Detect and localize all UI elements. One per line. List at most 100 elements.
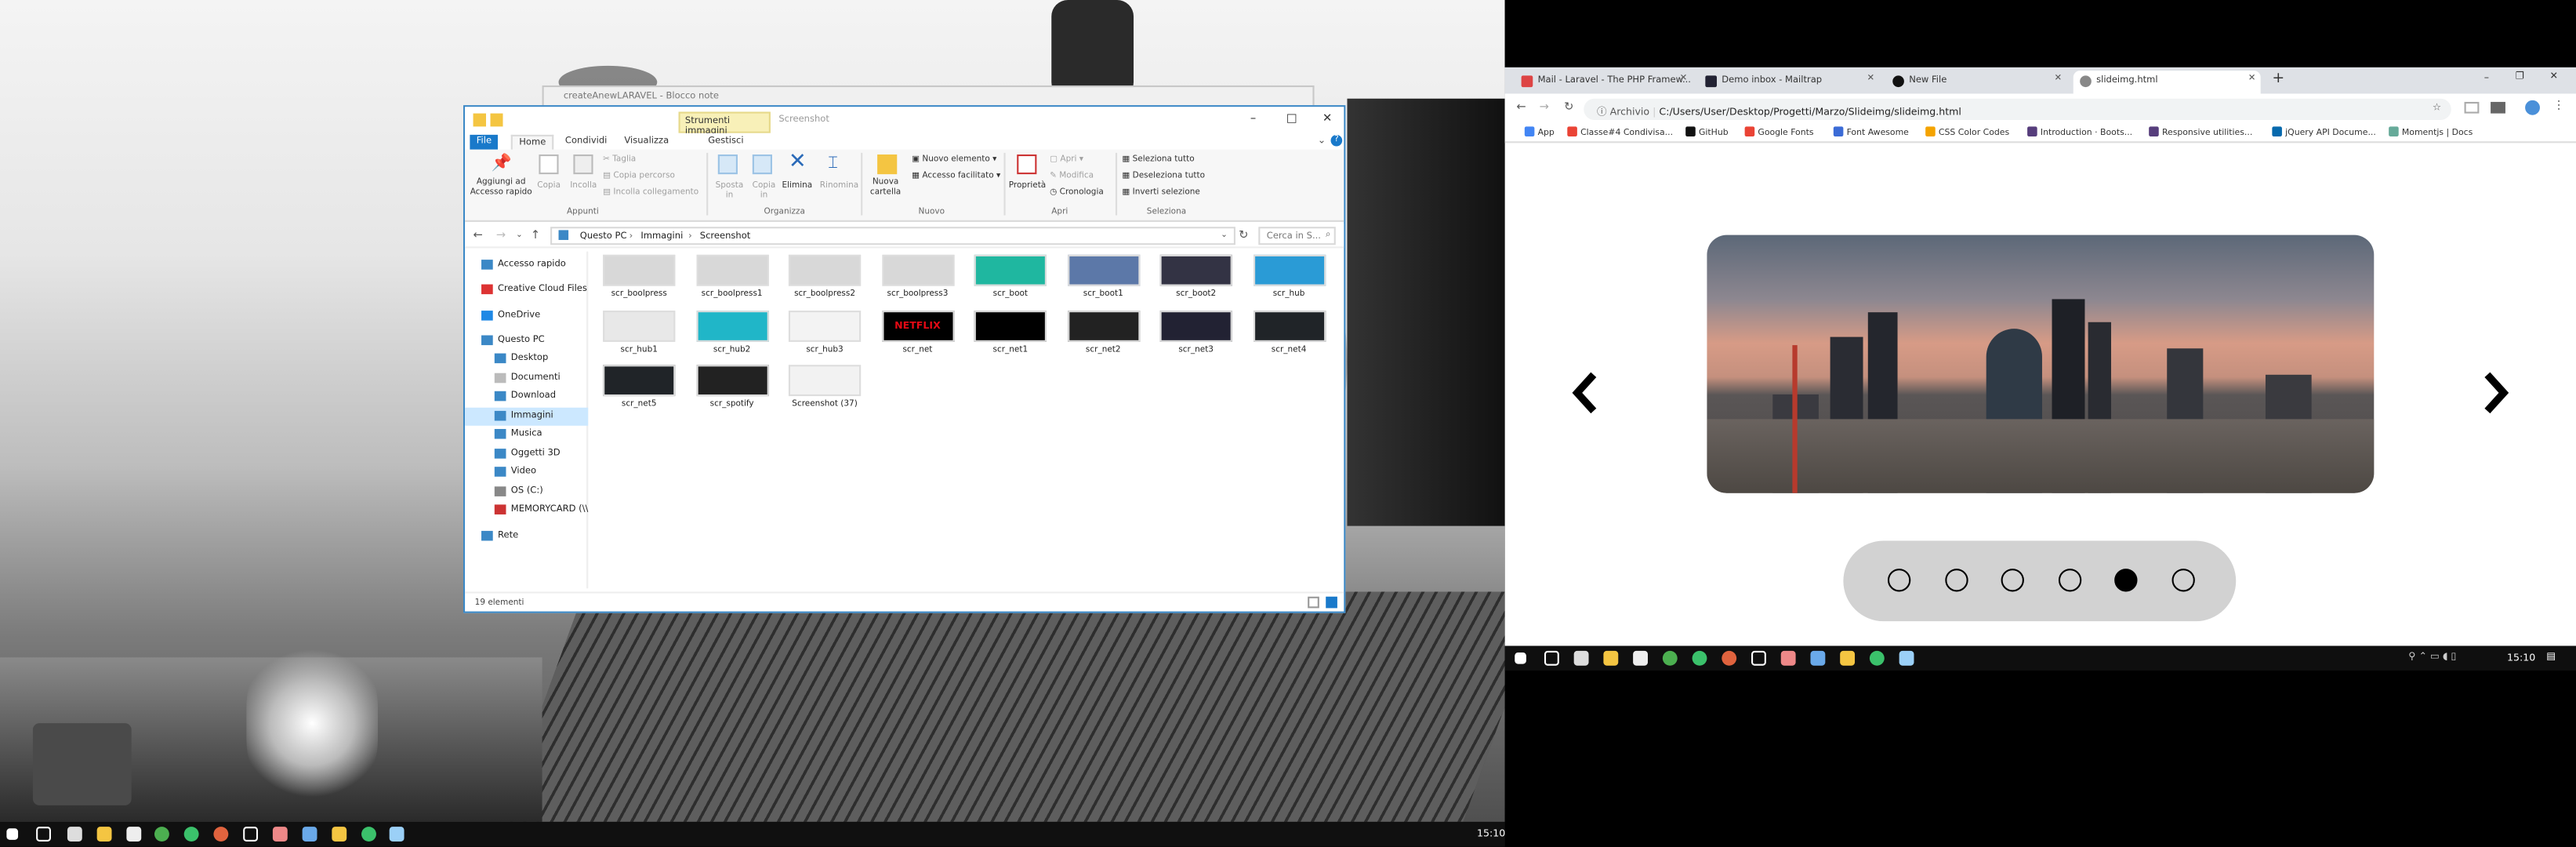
notifications-icon[interactable]: ▤ (2546, 651, 2556, 663)
tab-share[interactable]: Condividi (559, 135, 614, 150)
copy-path-button[interactable]: ▤ Copia percorso (603, 171, 675, 181)
file-item[interactable]: scr_net1 (971, 310, 1050, 354)
nav-item-desktop[interactable]: Desktop (465, 350, 588, 368)
start-icon[interactable] (6, 828, 19, 840)
close-tab-icon[interactable]: ✕ (2248, 74, 2256, 84)
search-input[interactable]: Cerca in S... ⌕ (1258, 227, 1336, 245)
forward-icon[interactable]: → (1540, 100, 1549, 114)
breadcrumb-screenshot[interactable]: Screenshot (700, 231, 751, 242)
bookmark-css-color-codes[interactable]: CSS Color Codes (1925, 126, 2009, 138)
bookmark-responsive-utilities[interactable]: Responsive utilities... (2149, 126, 2252, 138)
omnibox[interactable]: ⓘ Archivio | C:/Users/User/Desktop/Proge… (1584, 98, 2451, 120)
file-item[interactable]: scr_boolpress (600, 254, 679, 299)
slide-dot-6[interactable] (2171, 569, 2194, 592)
chrome-alt-icon[interactable] (1692, 650, 1707, 666)
file-item[interactable]: scr_net5 (600, 365, 679, 409)
file-item[interactable]: scr_net3 (1156, 310, 1235, 354)
history-dropdown-icon[interactable]: ⌄ (1221, 230, 1228, 240)
file-item[interactable]: scr_boolpress3 (878, 254, 957, 299)
copy-button[interactable]: Copia (537, 181, 561, 191)
breadcrumb-immagini[interactable]: Immagini (640, 231, 683, 242)
browser-icon[interactable] (1722, 650, 1737, 666)
bookmark-momentjs-docs[interactable]: Momentjs | Docs (2389, 126, 2473, 138)
vscode-icon[interactable] (302, 827, 317, 842)
paste-shortcut-button[interactable]: ▤ Incolla collegamento (603, 187, 698, 198)
menu-icon[interactable]: ⋮ (2553, 99, 2565, 112)
chrome-icon[interactable] (1662, 650, 1678, 666)
notepad-icon[interactable] (389, 827, 405, 842)
taskbar-clock[interactable]: 15:10 (2507, 653, 2535, 664)
back-icon[interactable]: ← (1516, 100, 1526, 114)
file-item[interactable]: scr_hub1 (600, 310, 679, 354)
store-icon[interactable] (1633, 650, 1648, 666)
edit-button[interactable]: ✎ Modifica (1050, 171, 1094, 181)
slide-dot-3[interactable] (2001, 569, 2024, 592)
slide-dot-2[interactable] (1944, 569, 1968, 592)
nav-item-documenti[interactable]: Documenti (465, 370, 588, 388)
minimize-button[interactable]: – (2484, 72, 2489, 84)
slide-dot-1[interactable] (1887, 569, 1911, 592)
app-icon[interactable] (272, 827, 288, 842)
file-item[interactable]: scr_boot (971, 254, 1050, 299)
breadcrumb-questo-pc[interactable]: Questo PC (580, 231, 627, 242)
quick-access-toolbar[interactable] (473, 113, 517, 127)
nav-item-memorycard-e[interactable]: MEMORYCARD (\\E (465, 501, 588, 519)
task-view-icon[interactable] (1544, 650, 1559, 666)
extension-icon[interactable] (2464, 101, 2480, 114)
bookmark-introduction-boots[interactable]: Introduction · Boots... (2027, 126, 2132, 138)
vscode-icon[interactable] (1810, 650, 1826, 666)
recent-icon[interactable]: ⌄ (516, 230, 523, 240)
nav-item-accesso-rapido[interactable]: Accesso rapido (465, 256, 588, 274)
tab-slideimg-active[interactable]: slideimg.html ✕ (2073, 71, 2261, 94)
nav-item-immagini[interactable]: Immagini (465, 407, 589, 426)
tab-new-file[interactable]: New File ✕ (1886, 71, 2067, 93)
tab-manage[interactable]: Gestisci (702, 135, 750, 150)
close-button[interactable]: ✕ (1322, 112, 1332, 125)
tab-view[interactable]: Visualizza (618, 135, 676, 150)
address-bar[interactable]: Questo PC › Immagini › Screenshot ⌄ (550, 227, 1235, 245)
help-icon[interactable]: ? (1330, 134, 1343, 147)
extension2-icon[interactable] (2491, 101, 2505, 114)
file-item[interactable]: scr_spotify (692, 365, 771, 409)
file-item[interactable]: scr_hub (1250, 254, 1329, 299)
slide-dot-5[interactable] (2114, 569, 2138, 592)
tab-home[interactable]: Home (510, 134, 554, 150)
spotify-icon[interactable] (361, 827, 376, 842)
bookmark-google-fonts[interactable]: Google Fonts (1744, 126, 1814, 138)
next-arrow-icon[interactable] (2481, 372, 2511, 424)
file-item[interactable]: scr_net4 (1250, 310, 1329, 354)
nav-item-rete[interactable]: Rete (465, 528, 588, 546)
file-item[interactable]: scr_hub2 (692, 310, 771, 354)
nav-item-os-c[interactable]: OS (C:) (465, 483, 588, 501)
mail-icon[interactable] (67, 827, 82, 842)
close-window-button[interactable]: ✕ (2550, 71, 2559, 82)
file-item[interactable]: scr_boot1 (1064, 254, 1143, 299)
bookmark-jquery-api-docume[interactable]: jQuery API Docume... (2272, 126, 2376, 138)
new-item-button[interactable]: ▣ Nuovo elemento ▾ (912, 154, 996, 165)
close-tab-icon[interactable]: ✕ (1680, 74, 1688, 84)
folder-icon[interactable] (332, 827, 347, 842)
file-item[interactable]: scr_boolpress1 (692, 254, 771, 299)
easy-access-button[interactable]: ▦ Accesso facilitato ▾ (912, 171, 1000, 181)
nav-item-video[interactable]: Video (465, 463, 588, 482)
properties-button[interactable]: Proprietà (1009, 181, 1046, 191)
maximize-button[interactable]: ❐ (2516, 71, 2524, 82)
large-icons-view-icon[interactable] (1326, 596, 1337, 609)
minimize-button[interactable]: – (1250, 112, 1256, 125)
close-tab-icon[interactable]: ✕ (2054, 74, 2062, 84)
app-icon[interactable] (1780, 650, 1796, 666)
notepad-icon[interactable] (1899, 650, 1914, 666)
file-item[interactable]: scr_hub3 (785, 310, 865, 354)
browser-icon[interactable] (213, 827, 229, 842)
nav-item-onedrive[interactable]: OneDrive (465, 307, 588, 325)
tab-mailtrap[interactable]: Demo inbox - Mailtrap ✕ (1699, 71, 1880, 93)
start-icon[interactable] (1515, 652, 1526, 664)
folder-icon[interactable] (1840, 650, 1856, 666)
select-all-button[interactable]: ▦ Seleziona tutto (1122, 154, 1194, 165)
explorer-icon[interactable] (96, 827, 112, 842)
nav-item-questo-pc[interactable]: Questo PC (465, 332, 588, 350)
nav-item-creative-cloud-files[interactable]: Creative Cloud Files (465, 281, 588, 299)
select-none-button[interactable]: ▦ Deseleziona tutto (1122, 171, 1205, 181)
tab-mail-laravel[interactable]: Mail - Laravel - The PHP Framew... ✕ (1515, 71, 1692, 93)
tray-icons[interactable]: ⚲ ⌃ ▭ ◖ ▯ (2408, 651, 2456, 663)
